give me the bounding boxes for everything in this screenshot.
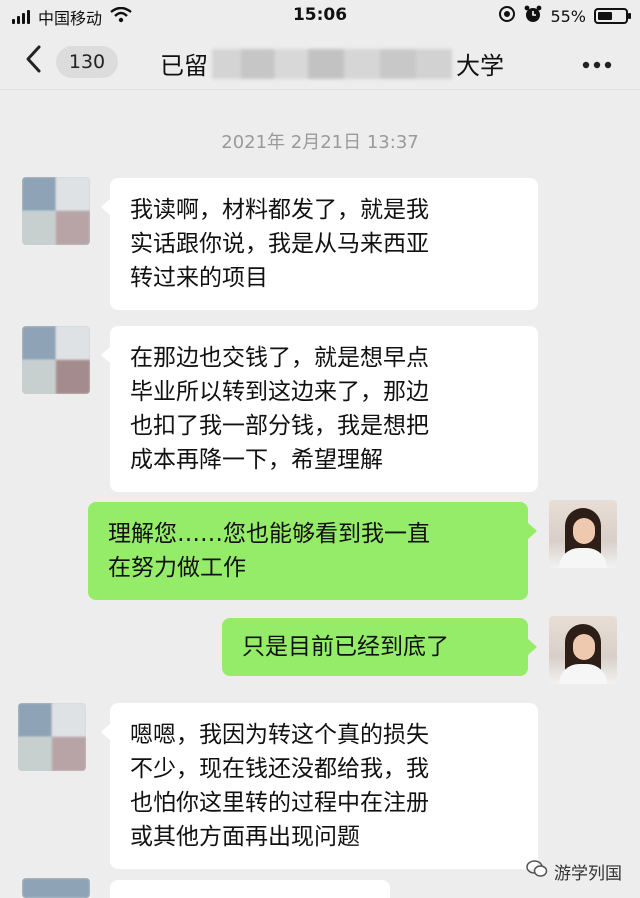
watermark-text: 游学列国 [554, 864, 622, 884]
message-bubble-outgoing[interactable]: 只是目前已经到底了 [222, 618, 537, 676]
message-bubble-incoming[interactable]: 嗯嗯，我因为转这个真的损失 不少，现在钱还没都给我，我 也怕你这里转的过程中在注… [101, 703, 538, 869]
message-line: 不少，现在钱还没都给我，我 [130, 756, 429, 782]
battery-percent: 55% [550, 6, 586, 26]
wechat-icon [526, 860, 548, 883]
message-line: 成本再降一下，希望理解 [130, 447, 383, 473]
unread-count-badge[interactable]: 130 [56, 46, 118, 78]
user-avatar[interactable] [549, 500, 617, 568]
chevron-left-icon[interactable] [24, 44, 42, 80]
message-line: 嗯嗯，我因为转这个真的损失 [130, 722, 429, 748]
status-bar: 中国移动 15:06 55% [0, 0, 640, 32]
battery-icon [594, 8, 631, 24]
message-line: 实话跟你说，我是从马来西亚 [130, 231, 429, 257]
chat-title: 已留 大学 [160, 46, 504, 81]
message-line: 转过来的项目 [130, 265, 268, 291]
chat-title-suffix: 大学 [456, 52, 504, 80]
ellipsis-icon[interactable] [582, 46, 612, 76]
message-timestamp: 2021年 2月21日 13:37 [221, 132, 419, 153]
contact-avatar[interactable] [22, 878, 90, 898]
message-line: 也扣了我一部分钱，我是想把 [130, 413, 429, 439]
status-right: 55% [498, 5, 631, 27]
chat-title-prefix: 已留 [160, 52, 208, 80]
message-line: 理解您……您也能够看到我一直 [108, 521, 430, 547]
contact-avatar[interactable] [18, 703, 86, 771]
chat-header: 130 已留 大学 [0, 32, 640, 90]
message-bubble-incoming[interactable]: 在那边也交钱了，就是想早点 毕业所以转到这边来了，那边 也扣了我一部分钱，我是想… [101, 326, 538, 492]
contact-avatar[interactable] [22, 326, 90, 394]
alarm-icon [524, 5, 542, 27]
message-line: 也怕你这里转的过程中在注册 [130, 790, 429, 816]
message-line: 毕业所以转到这边来了，那边 [130, 379, 429, 405]
contact-avatar[interactable] [22, 177, 90, 245]
message-bubble-incoming[interactable] [110, 880, 390, 898]
message-line: 只是目前已经到底了 [242, 634, 449, 660]
message-line: 在那边也交钱了，就是想早点 [130, 345, 429, 371]
location-icon [498, 5, 516, 27]
user-avatar[interactable] [549, 616, 617, 684]
watermark: 游学列国 [526, 859, 622, 884]
message-line: 我读啊，材料都发了，就是我 [130, 197, 429, 223]
message-line: 或其他方面再出现问题 [130, 824, 360, 850]
battery-fill [598, 12, 613, 20]
message-bubble-outgoing[interactable]: 理解您……您也能够看到我一直 在努力做工作 [88, 502, 537, 600]
message-bubble-incoming[interactable]: 我读啊，材料都发了，就是我 实话跟你说，我是从马来西亚 转过来的项目 [101, 178, 538, 310]
redacted-title-block [212, 48, 452, 79]
message-line: 在努力做工作 [108, 555, 246, 581]
